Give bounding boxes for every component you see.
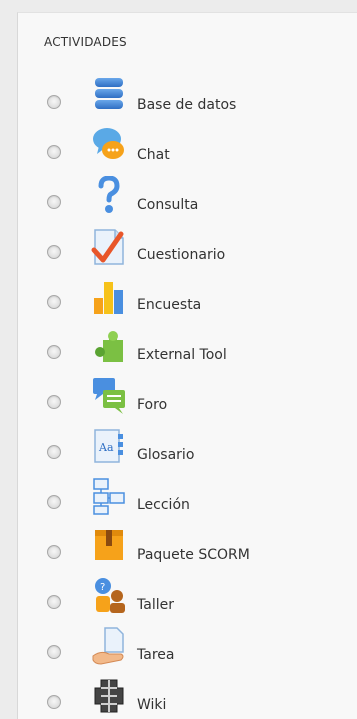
svg-text:Aa: Aa [98, 441, 114, 454]
radio-button[interactable] [47, 95, 61, 109]
radio-button[interactable] [47, 245, 61, 259]
activity-label: Encuesta [137, 297, 202, 313]
wiki-puzzle-icon [91, 676, 127, 716]
activity-label: Chat [137, 147, 170, 163]
activity-label: Base de datos [137, 97, 237, 113]
question-mark-icon [91, 176, 127, 216]
radio-button[interactable] [47, 345, 61, 359]
bar-chart-icon [91, 276, 127, 316]
activity-option-assignment[interactable]: Tarea [18, 625, 357, 675]
activity-option-external-tool[interactable]: External Tool [18, 325, 357, 375]
activity-option-forum[interactable]: Foro [18, 375, 357, 425]
activity-label: External Tool [137, 347, 227, 363]
quiz-checkmark-icon [91, 226, 127, 266]
activity-option-workshop[interactable]: ? Taller [18, 575, 357, 625]
activity-option-database[interactable]: Base de datos [18, 75, 357, 125]
radio-button[interactable] [47, 645, 61, 659]
activity-label: Foro [137, 397, 168, 413]
activity-label: Lección [137, 497, 190, 513]
activity-option-survey[interactable]: Encuesta [18, 275, 357, 325]
radio-button[interactable] [47, 695, 61, 709]
radio-button[interactable] [47, 395, 61, 409]
radio-button[interactable] [47, 495, 61, 509]
radio-button[interactable] [47, 295, 61, 309]
database-icon [91, 76, 127, 116]
activity-label: Wiki [137, 697, 167, 713]
activity-label: Consulta [137, 197, 199, 213]
radio-button[interactable] [47, 195, 61, 209]
activity-label: Tarea [137, 647, 175, 663]
assignment-hand-icon [91, 626, 127, 666]
radio-button[interactable] [47, 445, 61, 459]
puzzle-piece-icon [91, 326, 127, 366]
radio-button[interactable] [47, 545, 61, 559]
radio-button[interactable] [47, 145, 61, 159]
activity-label: Glosario [137, 447, 195, 463]
package-box-icon [91, 526, 127, 566]
glossary-book-icon: Aa [91, 426, 127, 466]
activity-option-scorm-package[interactable]: Paquete SCORM [18, 525, 357, 575]
forum-bubbles-icon [91, 376, 127, 416]
activity-label: Paquete SCORM [137, 547, 250, 563]
radio-button[interactable] [47, 595, 61, 609]
activity-option-glossary[interactable]: Aa Glosario [18, 425, 357, 475]
chat-bubble-icon [91, 126, 127, 166]
activity-option-wiki[interactable]: Wiki [18, 675, 357, 719]
svg-text:?: ? [100, 582, 105, 593]
activity-option-chat[interactable]: Chat [18, 125, 357, 175]
activity-option-choice[interactable]: Consulta [18, 175, 357, 225]
activity-label: Taller [137, 597, 174, 613]
activity-option-lesson[interactable]: Lección [18, 475, 357, 525]
activity-label: Cuestionario [137, 247, 226, 263]
activity-option-quiz[interactable]: Cuestionario [18, 225, 357, 275]
lesson-flow-icon [91, 476, 127, 516]
workshop-people-icon: ? [91, 576, 127, 616]
section-heading: ACTIVIDADES [44, 35, 127, 49]
activity-chooser-panel: ACTIVIDADES Base de datos Chat Consulta … [17, 12, 357, 719]
